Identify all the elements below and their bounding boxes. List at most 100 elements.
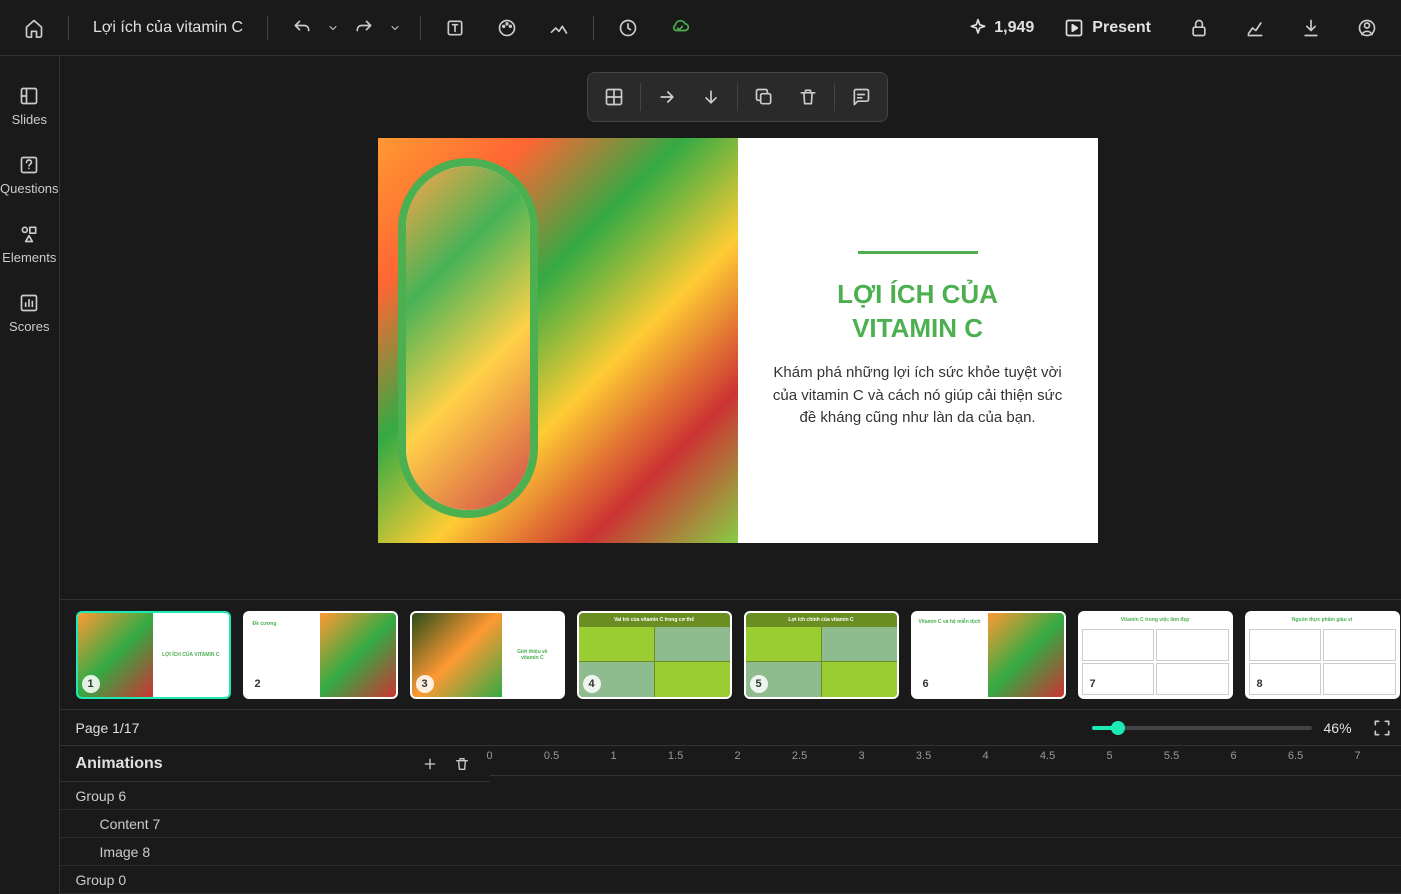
delete-animation-button[interactable] bbox=[450, 752, 474, 776]
timeline-tick: 0.5 bbox=[544, 750, 559, 762]
sidebar-elements[interactable]: Elements bbox=[0, 210, 59, 279]
divider bbox=[420, 16, 421, 40]
left-sidebar: Slides Questions Elements Scores bbox=[0, 56, 60, 894]
analytics-button[interactable] bbox=[1237, 10, 1273, 46]
lock-button[interactable] bbox=[1181, 10, 1217, 46]
undo-dropdown[interactable] bbox=[324, 10, 342, 46]
thumbnail-6[interactable]: Vitamin C và hệ miễn dịch 6 bbox=[911, 611, 1066, 699]
slide-arch-shape bbox=[398, 158, 538, 518]
thumbnail-number: 8 bbox=[1251, 675, 1269, 693]
sidebar-questions-label: Questions bbox=[0, 181, 59, 196]
thumbnail-1[interactable]: LỢI ÍCH CỦA VITAMIN C 1 bbox=[76, 611, 231, 699]
timeline-tick: 2 bbox=[734, 750, 740, 762]
timeline-tick: 1.5 bbox=[668, 750, 683, 762]
animation-row[interactable]: Content 7 bbox=[60, 810, 1401, 838]
thumbnail-strip[interactable]: LỢI ÍCH CỦA VITAMIN C 1 Đề cương 2 Giới … bbox=[60, 599, 1401, 709]
slide-image-area bbox=[378, 138, 738, 543]
thumbnail-number: 5 bbox=[750, 675, 768, 693]
cloud-sync-icon[interactable] bbox=[662, 10, 698, 46]
slide-title-line2: VITAMIN C bbox=[837, 312, 998, 346]
profile-button[interactable] bbox=[1349, 10, 1385, 46]
elements-icon bbox=[19, 224, 39, 244]
thumbnail-5[interactable]: Lợi ích chính của vitamin C 5 bbox=[744, 611, 899, 699]
sidebar-scores[interactable]: Scores bbox=[0, 279, 59, 348]
timeline-tick: 5.5 bbox=[1164, 750, 1179, 762]
history-button[interactable] bbox=[610, 10, 646, 46]
topbar: Lợi ích của vitamin C 1,949 Present bbox=[0, 0, 1401, 56]
animation-row[interactable]: Group 0 bbox=[60, 866, 1401, 894]
redo-dropdown[interactable] bbox=[386, 10, 404, 46]
palette-button[interactable] bbox=[489, 10, 525, 46]
sidebar-slides[interactable]: Slides bbox=[0, 72, 59, 141]
present-button[interactable]: Present bbox=[1054, 12, 1161, 44]
text-button[interactable] bbox=[437, 10, 473, 46]
animation-row[interactable]: Group 6 bbox=[60, 782, 1401, 810]
sidebar-questions[interactable]: Questions bbox=[0, 141, 59, 210]
questions-icon bbox=[19, 155, 39, 175]
thumbnail-8[interactable]: Nguồn thực phẩm giàu vi 8 bbox=[1245, 611, 1400, 699]
home-button[interactable] bbox=[16, 10, 52, 46]
divider bbox=[267, 16, 268, 40]
credits-value: 1,949 bbox=[994, 19, 1034, 37]
canvas-area: LỢI ÍCH CỦA VITAMIN C Khám phá những lợi… bbox=[60, 56, 1401, 599]
timeline-tick: 5 bbox=[1106, 750, 1112, 762]
copy-button[interactable] bbox=[744, 79, 784, 115]
timeline-tick: 4 bbox=[982, 750, 988, 762]
thumbnail-number: 1 bbox=[82, 675, 100, 693]
thumbnail-3[interactable]: Giới thiệu về vitamin C 3 bbox=[410, 611, 565, 699]
thumbnail-4[interactable]: Vai trò của vitamin C trong cơ thể 4 bbox=[577, 611, 732, 699]
layout-button[interactable] bbox=[594, 79, 634, 115]
zoom-slider[interactable] bbox=[1092, 726, 1312, 730]
thumbnail-number: 3 bbox=[416, 675, 434, 693]
thumbnail-number: 6 bbox=[917, 675, 935, 693]
download-button[interactable] bbox=[1293, 10, 1329, 46]
scores-icon bbox=[19, 293, 39, 313]
thumbnail-7[interactable]: Vitamin C trong việc làm đẹp 7 bbox=[1078, 611, 1233, 699]
delete-button[interactable] bbox=[788, 79, 828, 115]
thumbnail-2[interactable]: Đề cương 2 bbox=[243, 611, 398, 699]
page-indicator: Page 1/17 bbox=[76, 720, 140, 736]
comment-button[interactable] bbox=[841, 79, 881, 115]
slide-title-line1: LỢI ÍCH CỦA bbox=[837, 278, 998, 312]
animation-row[interactable]: Image 8 bbox=[60, 838, 1401, 866]
slide-text-area: LỢI ÍCH CỦA VITAMIN C Khám phá những lợi… bbox=[738, 138, 1098, 543]
divider bbox=[737, 83, 738, 111]
slide-description: Khám phá những lợi ích sức khỏe tuyệt vờ… bbox=[768, 362, 1068, 430]
sparkle-icon bbox=[968, 18, 988, 38]
slide-title: LỢI ÍCH CỦA VITAMIN C bbox=[837, 278, 998, 346]
arrow-right-button[interactable] bbox=[647, 79, 687, 115]
add-animation-button[interactable] bbox=[418, 752, 442, 776]
timeline-tick: 2.5 bbox=[792, 750, 807, 762]
thumbnail-number: 7 bbox=[1084, 675, 1102, 693]
image-button[interactable] bbox=[541, 10, 577, 46]
undo-button[interactable] bbox=[284, 10, 320, 46]
timeline-tick: 0 bbox=[486, 750, 492, 762]
thumbnail-number: 2 bbox=[249, 675, 267, 693]
document-title[interactable]: Lợi ích của vitamin C bbox=[85, 19, 251, 37]
timeline-tick: 4.5 bbox=[1040, 750, 1055, 762]
divider bbox=[834, 83, 835, 111]
center-column: LỢI ÍCH CỦA VITAMIN C Khám phá những lợi… bbox=[60, 56, 1401, 894]
redo-button[interactable] bbox=[346, 10, 382, 46]
animations-panel: Animations 00.511.522.533.544.555.566.57… bbox=[60, 745, 1401, 894]
page-bar: Page 1/17 46% bbox=[60, 709, 1401, 745]
animations-header-label: Animations bbox=[76, 755, 163, 773]
timeline-tick: 3.5 bbox=[916, 750, 931, 762]
arrow-down-button[interactable] bbox=[691, 79, 731, 115]
timeline-tick: 7 bbox=[1354, 750, 1360, 762]
sidebar-slides-label: Slides bbox=[12, 112, 47, 127]
sidebar-scores-label: Scores bbox=[9, 319, 49, 334]
slide-canvas[interactable]: LỢI ÍCH CỦA VITAMIN C Khám phá những lợi… bbox=[378, 138, 1098, 543]
present-label: Present bbox=[1092, 19, 1151, 37]
sidebar-elements-label: Elements bbox=[2, 250, 56, 265]
credits-counter[interactable]: 1,949 bbox=[968, 18, 1034, 38]
timeline-ruler[interactable]: 00.511.522.533.544.555.566.577.5 bbox=[490, 746, 1401, 776]
timeline-tick: 1 bbox=[610, 750, 616, 762]
divider bbox=[593, 16, 594, 40]
canvas-toolbar bbox=[587, 72, 888, 122]
slides-icon bbox=[19, 86, 39, 106]
play-icon bbox=[1064, 18, 1084, 38]
fit-screen-button[interactable] bbox=[1364, 710, 1400, 746]
zoom-value: 46% bbox=[1324, 720, 1352, 736]
thumbnail-number: 4 bbox=[583, 675, 601, 693]
